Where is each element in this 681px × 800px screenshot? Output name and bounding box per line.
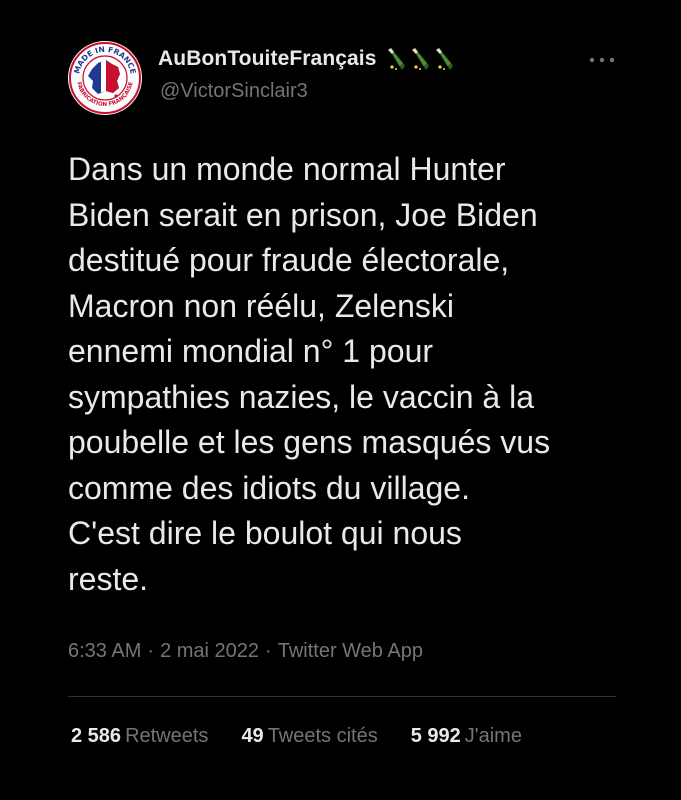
bottle-icon <box>387 48 405 70</box>
quote-tweets-count: 49 <box>241 725 264 747</box>
more-options-button[interactable] <box>582 48 622 72</box>
tweet: MADE IN FRANCE FABRICATION FRANÇAISE AuB… <box>0 0 681 800</box>
meta-separator: · <box>147 640 155 662</box>
retweets-stat[interactable]: 2 586 Retweets <box>71 725 208 748</box>
name-row: AuBonTouiteFrançais <box>158 47 454 71</box>
bottle-icon <box>435 48 453 70</box>
avatar[interactable]: MADE IN FRANCE FABRICATION FRANÇAISE <box>68 41 142 115</box>
engagement-stats: 2 586 Retweets 49 Tweets cités 5 992 J'aime <box>71 725 522 748</box>
name-emojis <box>386 47 454 71</box>
made-in-france-logo: MADE IN FRANCE FABRICATION FRANÇAISE <box>69 42 141 114</box>
quote-tweets-stat[interactable]: 49 Tweets cités <box>241 725 377 748</box>
quote-tweets-label: Tweets cités <box>267 725 378 747</box>
likes-stat[interactable]: 5 992 J'aime <box>411 725 522 748</box>
bottle-icon <box>411 48 429 70</box>
tweet-source[interactable]: Twitter Web App <box>278 640 423 662</box>
divider <box>68 696 616 697</box>
tweet-time[interactable]: 6:33 AM <box>68 640 141 662</box>
tweet-date[interactable]: 2 mai 2022 <box>160 640 259 662</box>
tweet-text: Dans un monde normal Hunter Biden serait… <box>68 151 551 597</box>
meta-separator: · <box>265 640 272 662</box>
display-name[interactable]: AuBonTouiteFrançais <box>158 47 377 71</box>
likes-label: J'aime <box>464 725 522 747</box>
retweets-label: Retweets <box>125 725 209 747</box>
likes-count: 5 992 <box>410 725 461 747</box>
tweet-metadata: 6:33 AM · 2 mai 2022 · Twitter Web App <box>68 640 423 663</box>
retweets-count: 2 586 <box>71 725 122 747</box>
more-icon <box>589 57 615 63</box>
user-handle[interactable]: @VictorSinclair3 <box>160 80 308 103</box>
